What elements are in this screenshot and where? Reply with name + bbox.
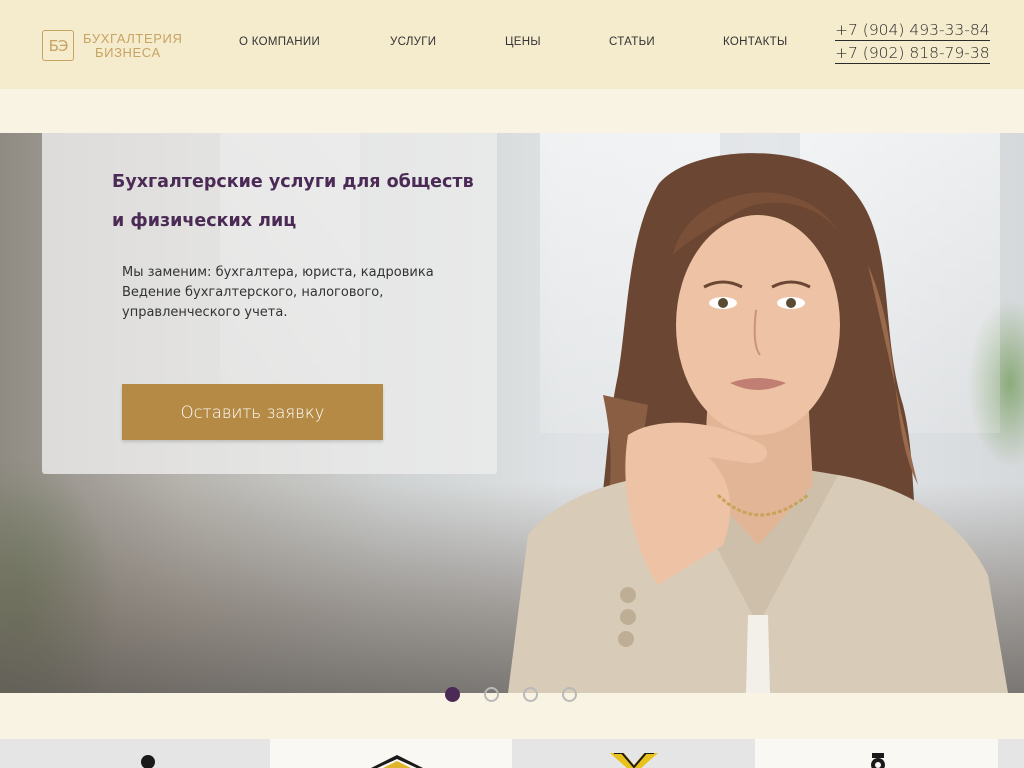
feature-tile[interactable] bbox=[755, 739, 998, 768]
nav-contacts[interactable]: КОНТАКТЫ bbox=[723, 36, 787, 48]
hero-desc-line-1: Мы заменим: бухгалтера, юриста, кадровик… bbox=[122, 265, 434, 280]
phone-link-1[interactable]: +7 (904) 493-33-84 bbox=[835, 21, 990, 41]
feature-tile[interactable] bbox=[270, 739, 512, 768]
hero-description: Мы заменим: бухгалтера, юриста, кадровик… bbox=[122, 263, 452, 323]
slider-dot-2[interactable] bbox=[484, 687, 499, 702]
crown-icon bbox=[371, 755, 423, 768]
slider-pagination bbox=[445, 687, 585, 703]
scales-icon bbox=[610, 753, 658, 768]
nav-prices[interactable]: ЦЕНЫ bbox=[505, 36, 541, 48]
hero-banner: Бухгалтерские услуги для обществ и физич… bbox=[0, 133, 1024, 693]
hero-title-line-1: Бухгалтерские услуги для обществ bbox=[112, 172, 474, 192]
feature-tiles bbox=[0, 739, 1024, 768]
nav-articles[interactable]: СТАТЬИ bbox=[609, 36, 655, 48]
feature-tile[interactable] bbox=[998, 739, 1024, 768]
slider-dot-4[interactable] bbox=[562, 687, 577, 702]
request-button[interactable]: Оставить заявку bbox=[122, 384, 383, 440]
slider-dot-3[interactable] bbox=[523, 687, 538, 702]
phones: +7 (904) 493-33-84 +7 (902) 818-79-38 bbox=[835, 21, 990, 67]
phone-link-2[interactable]: +7 (902) 818-79-38 bbox=[835, 44, 990, 64]
slider-dot-1[interactable] bbox=[445, 687, 460, 702]
site-header: БЭ БУХГАЛТЕРИЯ БИЗНЕСА О КОМПАНИИ УСЛУГИ… bbox=[0, 0, 1024, 89]
feature-tile[interactable] bbox=[512, 739, 755, 768]
hero-desc-line-3: управленческого учета. bbox=[122, 305, 288, 320]
hero-title-line-2: и физических лиц bbox=[112, 211, 297, 231]
nav-about[interactable]: О КОМПАНИИ bbox=[239, 36, 320, 48]
hero-card: Бухгалтерские услуги для обществ и физич… bbox=[42, 133, 497, 474]
feature-tile[interactable] bbox=[0, 739, 270, 768]
gears-icon bbox=[871, 753, 885, 768]
nav-services[interactable]: УСЛУГИ bbox=[390, 36, 436, 48]
woman-portrait-image bbox=[508, 153, 1008, 693]
hero-title: Бухгалтерские услуги для обществ и физич… bbox=[112, 163, 482, 241]
person-icon bbox=[141, 755, 155, 768]
hero-desc-line-2: Ведение бухгалтерского, налогового, bbox=[122, 285, 384, 300]
